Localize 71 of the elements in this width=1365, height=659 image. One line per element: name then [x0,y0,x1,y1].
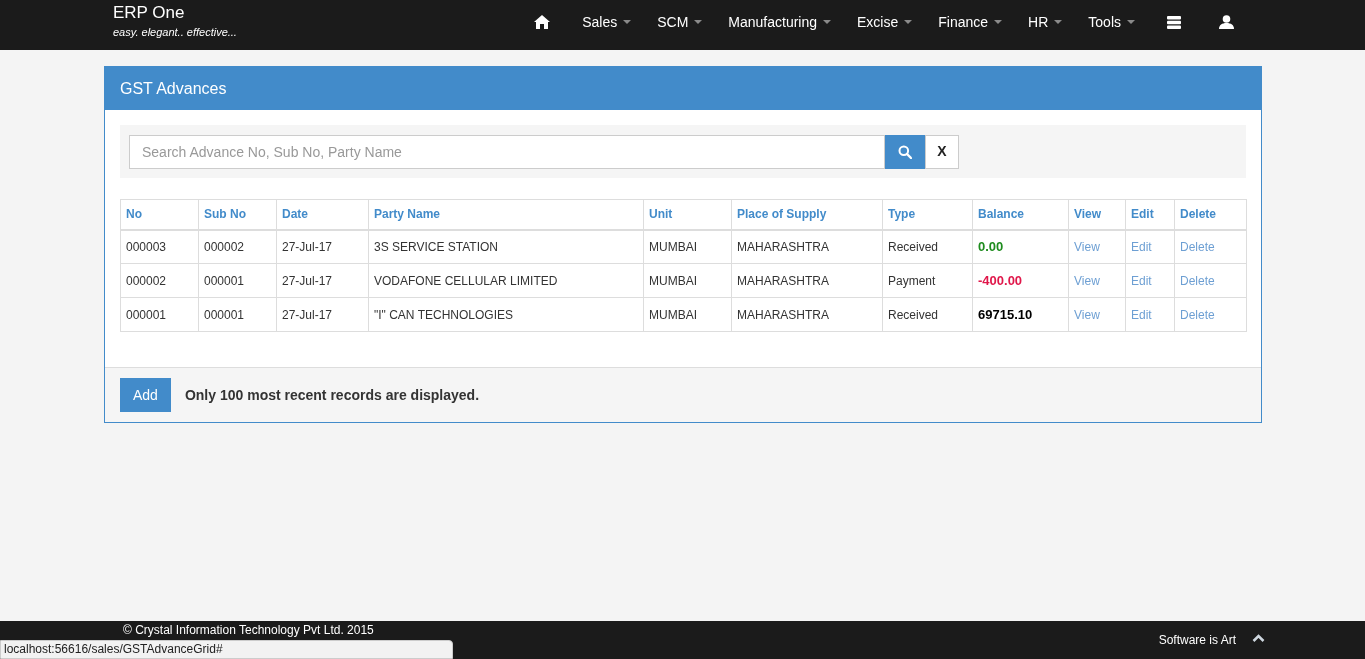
clear-button[interactable]: X [925,134,959,169]
column-header: Party Name [368,199,644,230]
user-icon [1219,15,1234,29]
table-cell: "I" CAN TECHNOLOGIES [368,297,644,332]
search-field[interactable]: Search Advance No, Sub No, Party Name [129,134,885,169]
caret-icon [623,19,632,25]
column-header: Unit [643,199,732,230]
table-cell: 27-Jul-17 [276,297,369,332]
add-button[interactable]: Add [120,378,171,412]
column-header: No [120,199,199,230]
column-header: Edit [1125,199,1175,230]
nav-menu[interactable]: HR [1015,11,1076,33]
caret-icon [904,19,913,25]
home-icon [534,15,551,29]
table-cell: 27-Jul-17 [276,229,369,264]
column-header: Type [882,199,973,230]
column-header: Place of Supply [731,199,883,230]
table-cell: 27-Jul-17 [276,263,369,298]
column-header: Date [276,199,369,230]
column-header: View [1068,199,1126,230]
panel-title: GST Advances [105,67,1261,110]
edit-link[interactable]: Edit [1131,307,1152,322]
nav-menu[interactable]: SCM [644,11,716,33]
table-cell: Received [882,297,973,332]
table-cell: 000001 [120,297,199,332]
status-url: localhost:56616/sales/GSTAdvanceGrid# [0,640,453,659]
balance-cell: 69715.10 [972,297,1069,332]
table-cell: Payment [882,263,973,298]
caret-icon [994,19,1003,25]
column-header: Sub No [198,199,277,230]
table-cell: Received [882,229,973,264]
view-link[interactable]: View [1074,239,1100,254]
table-cell: MUMBAI [643,229,732,264]
caret-icon [694,19,703,25]
records-note: Only 100 most recent records are displayed. [184,385,480,405]
column-header: Balance [972,199,1069,230]
table-cell: MAHARASHTRA [731,297,883,332]
table-cell: 000002 [120,263,199,298]
caret-icon [1054,19,1063,25]
copyright-text: © Crystal Information Technology Pvt Ltd. 2015 [123,623,374,637]
edit-link[interactable]: Edit [1131,273,1152,288]
balance-cell: -400.00 [972,263,1069,298]
table-cell: 000001 [198,297,277,332]
view-link[interactable]: View [1074,307,1100,322]
edit-link[interactable]: Edit [1131,239,1152,254]
balance-cell: 0.00 [972,229,1069,264]
scroll-up-icon[interactable] [1252,634,1265,642]
table-cell: VODAFONE CELLULAR LIMITED [368,263,644,298]
view-link[interactable]: View [1074,273,1100,288]
table-cell: MUMBAI [643,263,732,298]
tagline: easy. elegant.. effective... [113,25,237,40]
nav-menu[interactable]: Excise [844,11,926,33]
table-cell: MAHARASHTRA [731,229,883,264]
server-icon [1167,15,1181,29]
slogan-text: Software is Art [1158,632,1236,649]
table-cell: 000002 [198,229,277,264]
table-cell: 000001 [198,263,277,298]
table-cell: MUMBAI [643,297,732,332]
brand-link[interactable]: ERP One [113,3,237,23]
nav-menu[interactable]: Tools [1075,11,1148,33]
caret-icon [1127,19,1135,25]
nav-menu[interactable]: Sales [569,11,645,33]
search-icon [898,144,912,159]
table-cell: 3S SERVICE STATION [368,229,644,264]
table-cell: MAHARASHTRA [731,263,883,298]
nav-menu[interactable]: Finance [925,11,1016,33]
caret-icon [823,19,832,25]
column-header: Delete [1174,199,1247,230]
search-button[interactable] [885,134,925,169]
nav-menu[interactable]: Manufacturing [715,11,845,33]
table-cell: 000003 [120,229,199,264]
